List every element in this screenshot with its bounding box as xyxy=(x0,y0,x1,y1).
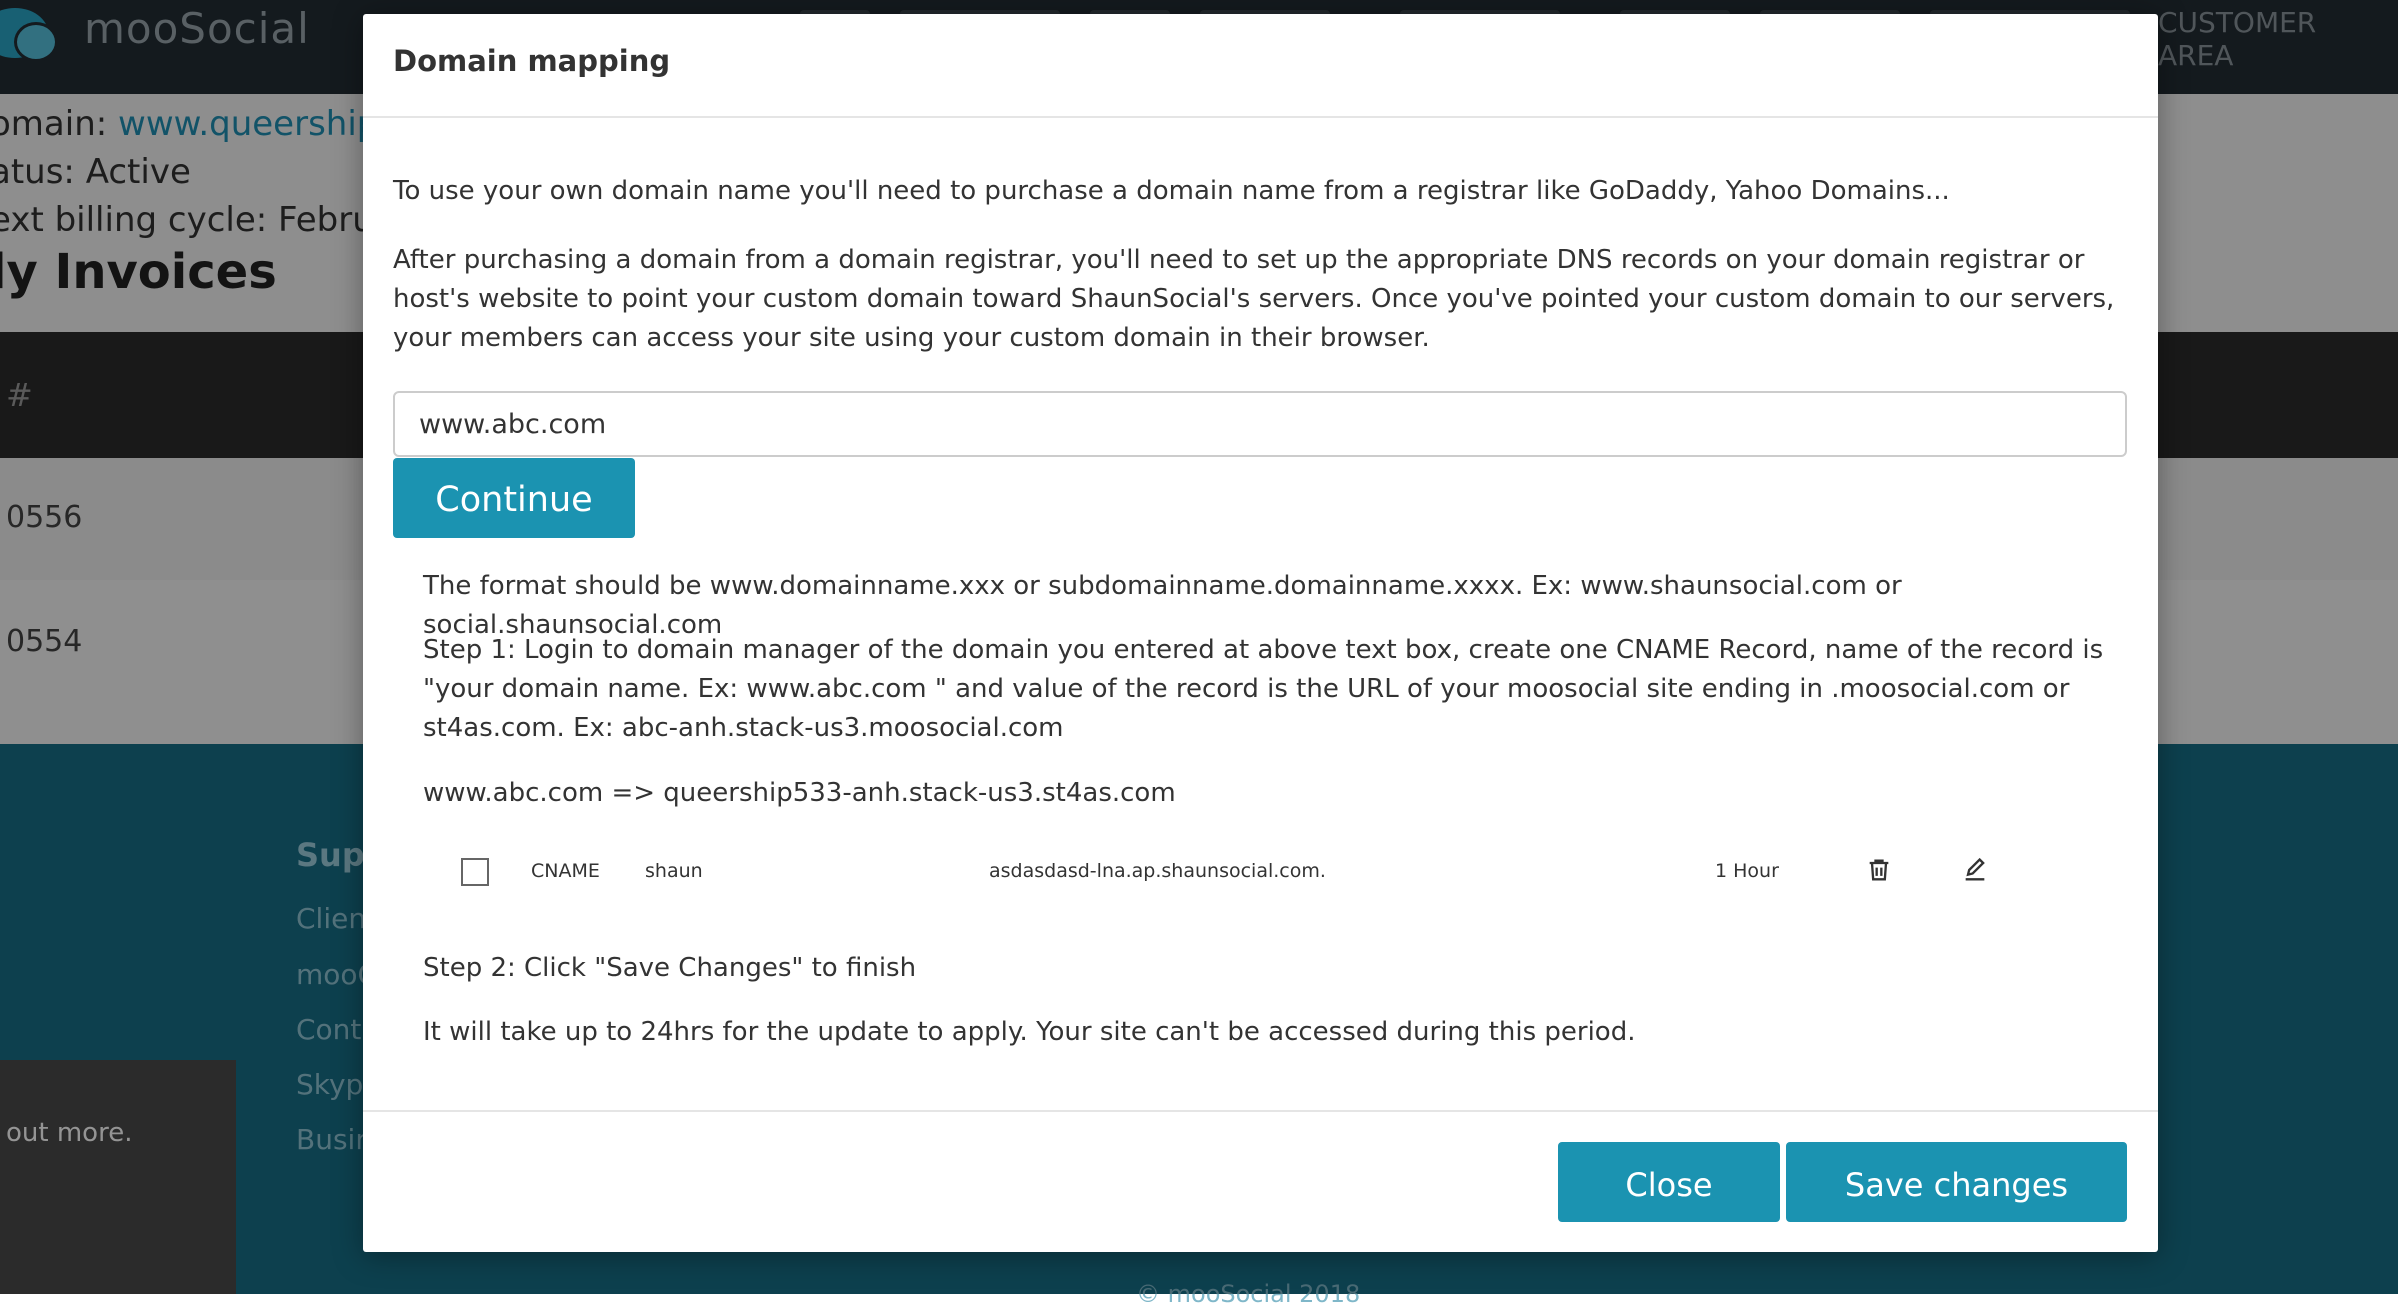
mapping-example: www.abc.com => queership533-anh.stack-us… xyxy=(423,778,1176,808)
domain-input[interactable] xyxy=(393,391,2127,457)
continue-button[interactable]: Continue xyxy=(393,458,635,538)
dns-info-text: After purchasing a domain from a domain … xyxy=(393,245,2115,353)
save-changes-button[interactable]: Save changes xyxy=(1786,1142,2127,1222)
intro-text: To use your own domain name you'll need … xyxy=(393,176,1950,206)
step2-text: Step 2: Click "Save Changes" to finish xyxy=(423,953,917,983)
pencil-icon[interactable] xyxy=(1961,856,1989,884)
dns-record-row: CNAME shaun asdasdasd-lna.ap.shaunsocial… xyxy=(453,856,2093,916)
modal-title: Domain mapping xyxy=(393,44,671,78)
record-type: CNAME xyxy=(531,860,600,882)
modal-footer-divider xyxy=(363,1110,2158,1112)
record-name: shaun xyxy=(645,860,703,882)
modal-header: Domain mapping xyxy=(363,14,2158,118)
note-text: It will take up to 24hrs for the update … xyxy=(423,1017,1636,1047)
record-value: asdasdasd-lna.ap.shaunsocial.com. xyxy=(989,860,1326,882)
domain-mapping-modal: Domain mapping To use your own domain na… xyxy=(363,14,2158,1252)
record-ttl: 1 Hour xyxy=(1715,860,1779,882)
trash-icon[interactable] xyxy=(1865,856,1893,884)
record-checkbox[interactable] xyxy=(461,858,489,886)
step1-text: Step 1: Login to domain manager of the d… xyxy=(423,635,2104,743)
close-button[interactable]: Close xyxy=(1558,1142,1780,1222)
